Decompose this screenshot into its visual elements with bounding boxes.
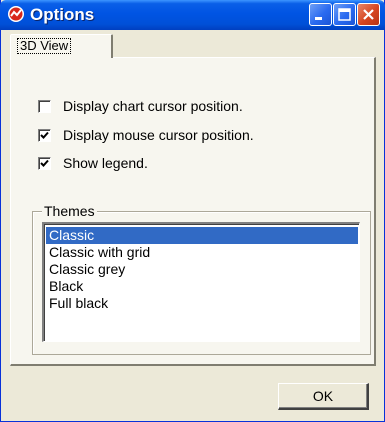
ok-button[interactable]: OK [278, 383, 369, 410]
close-button[interactable] [357, 3, 380, 26]
option-label: Display chart cursor position. [63, 98, 243, 114]
minimize-icon [315, 17, 322, 20]
checkbox-display-chart-cursor[interactable] [38, 100, 51, 113]
tab-label: 3D View [17, 38, 72, 54]
chart-app-icon [7, 5, 25, 23]
maximize-button[interactable] [333, 3, 356, 26]
option-label: Display mouse cursor position. [63, 127, 254, 143]
close-icon [363, 9, 374, 20]
theme-item-full-black[interactable]: Full black [46, 295, 358, 312]
theme-item-classic[interactable]: Classic [46, 227, 358, 244]
checkmark-icon [40, 159, 49, 167]
minimize-button[interactable] [309, 3, 332, 26]
window-title: Options [30, 5, 95, 24]
checkbox-display-mouse-cursor[interactable] [38, 129, 51, 142]
maximize-icon [338, 8, 351, 21]
theme-item-black[interactable]: Black [46, 278, 358, 295]
theme-item-classic-grey[interactable]: Classic grey [46, 261, 358, 278]
checkbox-show-legend[interactable] [38, 157, 51, 170]
theme-item-classic-with-grid[interactable]: Classic with grid [46, 244, 358, 261]
tab-3d-view[interactable]: 3D View [10, 34, 113, 58]
title-bar[interactable]: Options [0, 0, 385, 30]
checkmark-icon [40, 131, 49, 139]
options-dialog: Options 3D View Display chart cursor pos… [0, 0, 385, 422]
option-label: Show legend. [63, 155, 148, 171]
themes-group-title: Themes [42, 203, 97, 219]
themes-listbox[interactable]: Classic Classic with grid Classic grey B… [42, 222, 360, 342]
